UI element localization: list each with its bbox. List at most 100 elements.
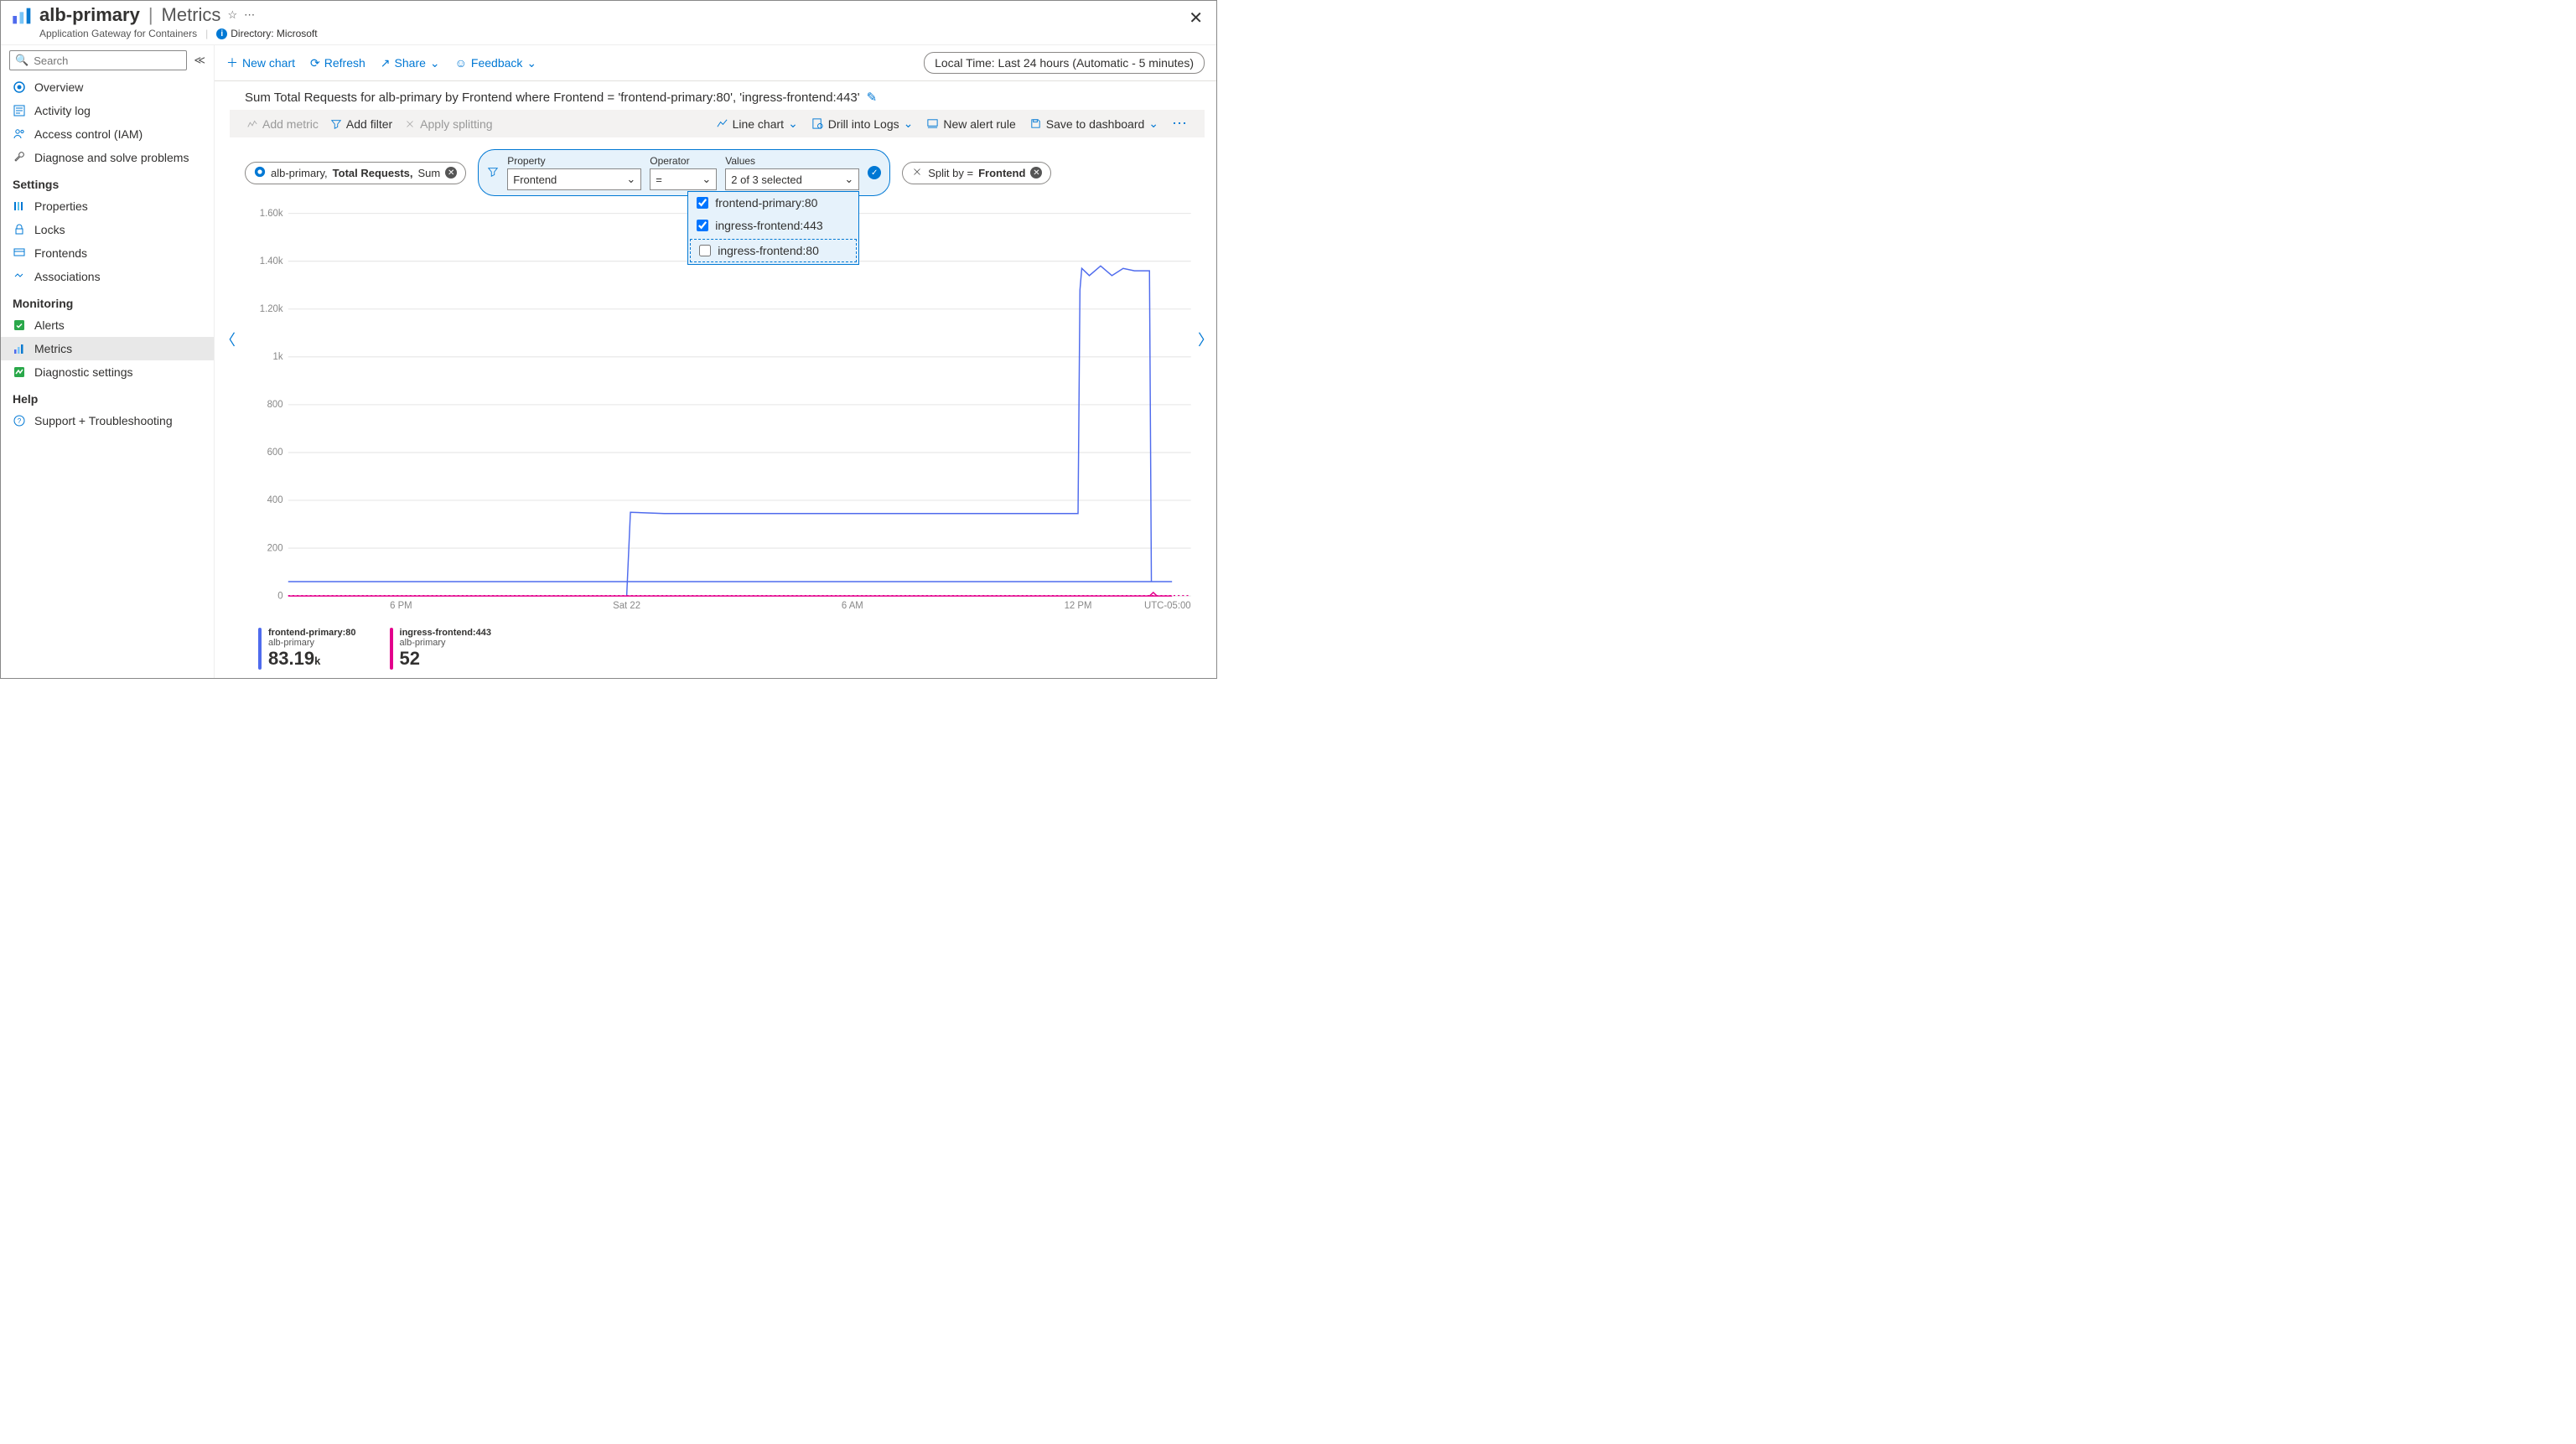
svg-text:1k: 1k <box>273 352 283 362</box>
new-alert-rule-button[interactable]: New alert rule <box>926 117 1015 131</box>
plus-icon: ＋ <box>226 54 238 71</box>
select-value: 2 of 3 selected <box>731 173 802 186</box>
search-icon: 🔍 <box>15 54 29 67</box>
sidebar-section-monitoring: Monitoring <box>1 288 214 313</box>
sidebar-search[interactable]: 🔍 <box>9 50 187 70</box>
svg-text:Sat 22: Sat 22 <box>613 601 640 611</box>
legend-value: 52 <box>400 648 420 669</box>
svg-text:800: 800 <box>267 400 283 410</box>
sidebar-item-diagnose[interactable]: Diagnose and solve problems <box>1 146 214 169</box>
properties-icon <box>13 199 26 213</box>
chart-type-button[interactable]: Line chart ⌄ <box>716 116 798 131</box>
sidebar-item-metrics[interactable]: Metrics <box>1 337 214 360</box>
legend-item[interactable]: frontend-primary:80 alb-primary 83.19k <box>258 628 356 670</box>
lock-icon <box>13 223 26 236</box>
split-icon <box>911 166 923 180</box>
add-metric-button[interactable]: Add metric <box>246 117 319 131</box>
button-label: Add filter <box>346 117 392 131</box>
confirm-filter-icon[interactable]: ✓ <box>868 166 881 179</box>
chart-title: Sum Total Requests for alb-primary by Fr… <box>245 91 860 105</box>
sidebar-item-iam[interactable]: Access control (IAM) <box>1 122 214 146</box>
new-chart-button[interactable]: ＋ New chart <box>226 54 295 71</box>
chart-area: 02004006008001k1.20k1.40k1.60k6 PMSat 22… <box>215 204 1216 623</box>
svg-text:12 PM: 12 PM <box>1065 601 1092 611</box>
directory-label[interactable]: Directory: Microsoft <box>231 28 317 39</box>
values-select[interactable]: 2 of 3 selected ⌄ <box>725 168 859 190</box>
metric-pill[interactable]: alb-primary, Total Requests, Sum ✕ <box>245 162 466 184</box>
save-icon <box>1029 117 1042 130</box>
svg-text:0: 0 <box>277 591 282 601</box>
button-label: Save to dashboard <box>1046 117 1145 131</box>
select-value: = <box>656 173 662 186</box>
more-actions-icon[interactable]: ⋯ <box>244 8 255 22</box>
values-option[interactable]: ingress-frontend:80 <box>690 239 857 262</box>
chevron-down-icon: ⌄ <box>844 173 853 186</box>
checkbox[interactable] <box>697 197 708 209</box>
feedback-button[interactable]: ☺ Feedback ⌄ <box>455 56 537 70</box>
associations-icon <box>13 270 26 283</box>
option-label: ingress-frontend:80 <box>718 244 819 257</box>
checkbox[interactable] <box>697 220 708 231</box>
svg-text:200: 200 <box>267 543 283 553</box>
sidebar-item-label: Alerts <box>34 318 65 332</box>
favorite-star-icon[interactable]: ☆ <box>227 8 237 22</box>
chevron-down-icon: ⌄ <box>626 173 635 186</box>
values-dropdown: frontend-primary:80 ingress-frontend:443… <box>687 191 859 265</box>
sidebar-item-activity-log[interactable]: Activity log <box>1 99 214 122</box>
values-option[interactable]: ingress-frontend:443 <box>688 215 858 237</box>
expand-right-icon[interactable]: 〉 <box>1198 329 1213 350</box>
checkbox[interactable] <box>699 245 711 256</box>
sidebar-item-label: Locks <box>34 223 65 236</box>
legend-swatch <box>258 628 262 670</box>
button-label: New chart <box>242 56 295 70</box>
funnel-icon <box>487 166 499 180</box>
search-input[interactable] <box>34 54 181 67</box>
split-by-pill[interactable]: Split by = Frontend ✕ <box>902 162 1051 184</box>
metrics-product-icon <box>11 4 34 30</box>
save-to-dashboard-button[interactable]: Save to dashboard ⌄ <box>1029 116 1158 131</box>
operator-label: Operator <box>650 155 717 167</box>
activity-log-icon <box>13 104 26 117</box>
sidebar-item-frontends[interactable]: Frontends <box>1 241 214 265</box>
frontends-icon <box>13 246 26 260</box>
sidebar-item-overview[interactable]: Overview <box>1 75 214 99</box>
legend-item[interactable]: ingress-frontend:443 alb-primary 52 <box>390 628 491 670</box>
button-label: Share <box>395 56 426 70</box>
close-icon[interactable]: ✕ <box>1185 4 1206 32</box>
chevron-down-icon: ⌄ <box>1148 116 1158 131</box>
refresh-button[interactable]: ⟳ Refresh <box>310 56 365 70</box>
pill-aggregation: Sum <box>418 167 441 179</box>
property-select[interactable]: Frontend⌄ <box>507 168 641 190</box>
remove-pill-icon[interactable]: ✕ <box>445 167 457 179</box>
operator-select[interactable]: =⌄ <box>650 168 717 190</box>
resource-name: alb-primary <box>39 4 140 26</box>
expand-left-icon[interactable]: 〈 <box>220 329 236 350</box>
info-icon: i <box>216 28 227 39</box>
sidebar-item-properties[interactable]: Properties <box>1 194 214 218</box>
remove-pill-icon[interactable]: ✕ <box>1030 167 1042 179</box>
values-option[interactable]: frontend-primary:80 <box>688 192 858 215</box>
drill-logs-button[interactable]: Drill into Logs ⌄ <box>811 116 914 131</box>
sidebar-item-label: Metrics <box>34 342 72 355</box>
overview-icon <box>13 80 26 94</box>
sidebar-item-alerts[interactable]: Alerts <box>1 313 214 337</box>
sidebar-item-label: Diagnostic settings <box>34 365 133 379</box>
time-range-button[interactable]: Local Time: Last 24 hours (Automatic - 5… <box>924 52 1205 74</box>
share-button[interactable]: ↗ Share ⌄ <box>381 56 440 70</box>
sparkline-icon <box>246 118 258 130</box>
svg-text:1.20k: 1.20k <box>260 304 283 314</box>
edit-title-icon[interactable]: ✎ <box>867 90 878 105</box>
sidebar-item-diagnostic-settings[interactable]: Diagnostic settings <box>1 360 214 384</box>
sidebar-item-locks[interactable]: Locks <box>1 218 214 241</box>
button-label: New alert rule <box>943 117 1015 131</box>
chart-more-icon[interactable]: ⋯ <box>1172 115 1188 132</box>
sidebar-item-support[interactable]: ? Support + Troubleshooting <box>1 409 214 432</box>
legend-subtitle: alb-primary <box>268 638 356 648</box>
apply-splitting-button[interactable]: Apply splitting <box>404 117 492 131</box>
pill-resource: alb-primary, <box>271 167 328 179</box>
chevron-down-icon: ⌄ <box>788 116 798 131</box>
sidebar-item-associations[interactable]: Associations <box>1 265 214 288</box>
add-filter-button[interactable]: Add filter <box>330 117 392 131</box>
collapse-sidebar-icon[interactable]: ≪ <box>194 54 205 67</box>
alerts-icon <box>13 318 26 332</box>
